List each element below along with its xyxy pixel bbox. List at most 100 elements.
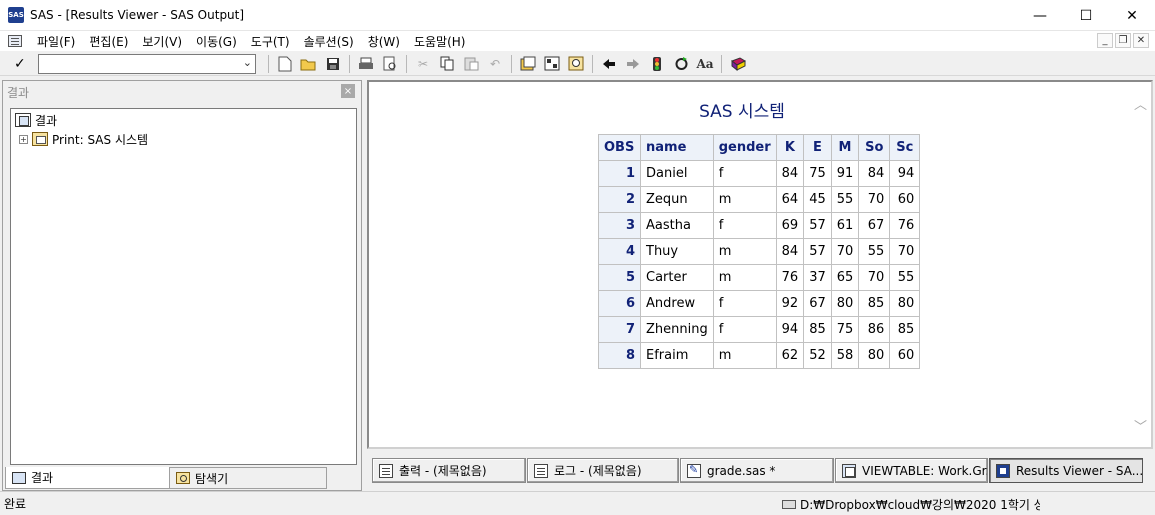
output-icon [379, 463, 393, 478]
tab-results[interactable]: 결과 [5, 467, 171, 489]
menu-view[interactable]: 보기(V) [135, 33, 189, 50]
results-pane-tabs: 결과 탐색기 [3, 467, 361, 490]
document-menu-icon[interactable] [8, 35, 22, 47]
break-icon[interactable] [648, 55, 666, 73]
window-title: SAS - [Results Viewer - SAS Output] [30, 8, 245, 22]
column-header-e: E [803, 134, 832, 161]
window-tab-output[interactable]: 출력 - (제목없음) [372, 458, 526, 483]
table-cell-gender: m [712, 238, 777, 265]
menu-tools[interactable]: 도구(T) [244, 33, 297, 50]
window-tab-label: grade.sas * [707, 463, 776, 478]
explorer-tab-icon [176, 472, 190, 484]
report-title: SAS 시스템 [699, 102, 785, 122]
library-icon[interactable] [519, 55, 537, 73]
forward-icon[interactable] [624, 55, 642, 73]
results-pane: 결과 × 결과 + Print: SAS 시스템 결과 탐색기 [2, 80, 362, 491]
table-cell-so: 67 [858, 212, 891, 239]
maximize-button[interactable]: ☐ [1063, 0, 1109, 31]
mdi-minimize-button[interactable]: _ [1097, 33, 1113, 48]
table-row: 2 Zequn m 64 45 55 70 60 [598, 186, 921, 213]
help-book-icon[interactable] [729, 55, 747, 73]
menu-solutions[interactable]: 솔루션(S) [297, 33, 361, 50]
window-tab-viewtable[interactable]: VIEWTABLE: Work.Gr... [835, 458, 988, 483]
undo-icon[interactable]: ↶ [486, 55, 504, 73]
current-directory[interactable]: D:₩Dropbox₩cloud₩강의₩2020 1학기 성균 [782, 494, 1040, 514]
menu-bar: 파일(F) 편집(E) 보기(V) 이동(G) 도구(T) 솔루션(S) 창(W… [0, 31, 1155, 51]
back-icon[interactable] [600, 55, 618, 73]
table-cell-k: 84 [775, 238, 805, 265]
command-box[interactable]: ⌄ [38, 53, 256, 74]
table-row: 3 Aastha f 69 57 61 67 76 [598, 212, 921, 239]
results-pane-close-button[interactable]: × [341, 84, 355, 98]
table-cell-so: 84 [858, 160, 891, 187]
window-tab-editor[interactable]: grade.sas * [680, 458, 834, 483]
table-cell-so: 80 [858, 342, 891, 369]
tab-explorer[interactable]: 탐색기 [169, 467, 327, 489]
menu-file[interactable]: 파일(F) [30, 33, 82, 50]
window-tab-results-viewer[interactable]: Results Viewer - SA... [989, 458, 1143, 483]
table-row: 1 Daniel f 84 75 91 84 94 [598, 160, 921, 187]
table-cell-gender: f [712, 316, 777, 343]
table-cell-obs: 3 [598, 212, 641, 239]
table-cell-obs: 8 [598, 342, 641, 369]
table-cell-obs: 4 [598, 238, 641, 265]
viewtable-icon [842, 463, 856, 478]
table-cell-name: Efraim [640, 342, 714, 369]
results-tab-icon [12, 471, 26, 484]
menu-help[interactable]: 도움말(H) [407, 33, 473, 50]
paste-icon[interactable] [462, 55, 480, 73]
table-cell-k: 64 [775, 186, 805, 213]
cut-icon[interactable]: ✂ [414, 55, 432, 73]
table-cell-obs: 5 [598, 264, 641, 291]
sas-app-icon[interactable]: SAS [8, 7, 24, 23]
toolbar-separator [349, 54, 350, 73]
expand-icon[interactable]: + [19, 134, 28, 144]
check-icon[interactable]: ✓ [14, 56, 34, 72]
copy-icon[interactable] [438, 55, 456, 73]
explorer-icon[interactable] [543, 55, 561, 73]
current-directory-label: D:₩Dropbox₩cloud₩강의₩2020 1학기 성균 [800, 497, 1040, 512]
window-tab-log[interactable]: 로그 - (제목없음) [527, 458, 679, 483]
close-button[interactable]: ✕ [1109, 0, 1155, 31]
column-header-sc: Sc [889, 134, 921, 161]
scroll-down-icon[interactable]: ﹀ [1134, 416, 1147, 435]
table-cell-name: Thuy [640, 238, 714, 265]
table-cell-e: 57 [803, 238, 832, 265]
column-header-name: name [640, 134, 714, 161]
scroll-up-icon[interactable]: ︿ [1134, 94, 1147, 113]
column-header-gender: gender [712, 134, 777, 161]
menu-window[interactable]: 창(W) [361, 33, 407, 50]
print-icon[interactable] [357, 55, 375, 73]
table-cell-obs: 2 [598, 186, 641, 213]
tree-root-item[interactable]: 결과 [15, 111, 57, 129]
menu-go[interactable]: 이동(G) [189, 33, 244, 50]
table-cell-so: 85 [858, 290, 891, 317]
table-cell-obs: 6 [598, 290, 641, 317]
new-icon[interactable] [276, 55, 294, 73]
minimize-button[interactable]: — [1017, 0, 1063, 31]
toolbar-separator [721, 54, 722, 73]
window-controls: — ☐ ✕ [1017, 0, 1155, 31]
open-icon[interactable] [300, 55, 318, 73]
table-cell-e: 57 [803, 212, 832, 239]
table-cell-k: 84 [775, 160, 805, 187]
font-icon[interactable]: Aa [696, 55, 714, 73]
window-tab-label: Results Viewer - SA... [1016, 463, 1143, 478]
print-preview-icon[interactable] [381, 55, 399, 73]
tree-print-item[interactable]: + Print: SAS 시스템 [19, 130, 148, 148]
table-body: 1 Daniel f 84 75 91 84 94 2 Zequn m 64 45 55 70 60 3 Aast… [598, 160, 921, 369]
table-row: 5 Carter m 76 37 65 70 55 [598, 264, 921, 291]
find-icon[interactable] [567, 55, 585, 73]
refresh-icon[interactable] [672, 55, 690, 73]
menu-edit[interactable]: 편집(E) [82, 33, 135, 50]
chevron-down-icon[interactable]: ⌄ [243, 56, 252, 69]
table-cell-so: 55 [858, 238, 891, 265]
toolbar-separator [268, 54, 269, 73]
results-viewer-icon [996, 463, 1010, 478]
table-cell-m: 80 [830, 290, 860, 317]
mdi-restore-button[interactable]: ❐ [1115, 33, 1131, 48]
mdi-close-button[interactable]: ✕ [1133, 33, 1149, 48]
table-cell-k: 76 [775, 264, 805, 291]
save-icon[interactable] [324, 55, 342, 73]
table-cell-name: Daniel [640, 160, 714, 187]
